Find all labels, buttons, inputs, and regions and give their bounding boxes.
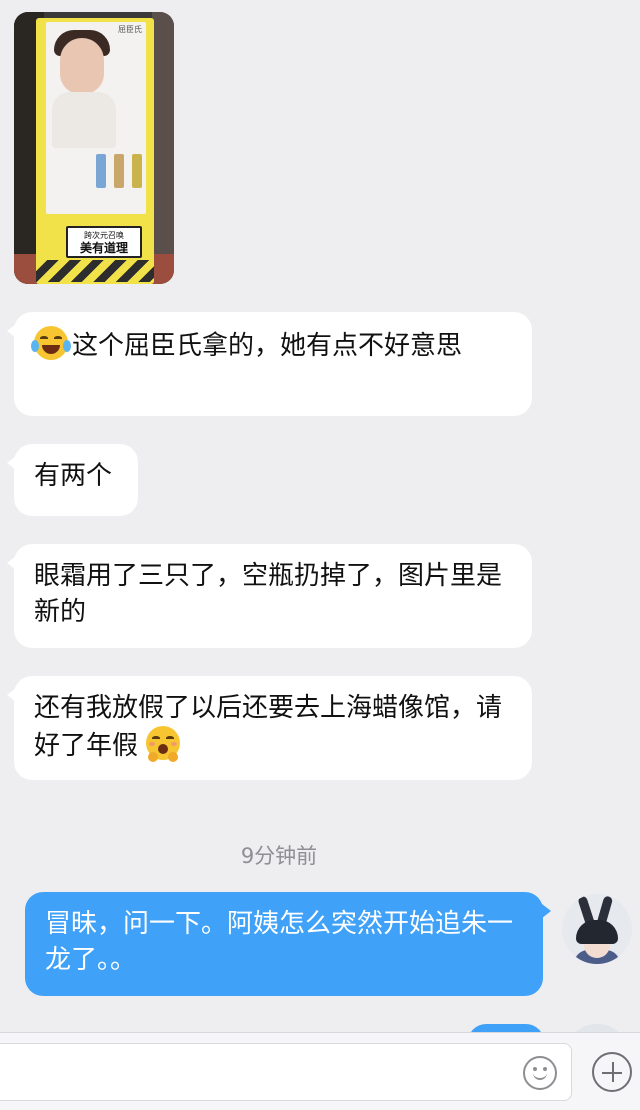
photo-sign-small: 跨次元召唤 — [84, 231, 124, 240]
photo-background — [152, 12, 174, 284]
incoming-message[interactable]: 这个屈臣氏拿的，她有点不好意思 — [7, 312, 532, 416]
face-with-tears-of-joy-icon — [31, 326, 71, 360]
photo-sign-big: 美有道理 — [79, 241, 128, 255]
avatar-partial[interactable] — [566, 1024, 628, 1032]
photo-hazard-stripe — [36, 260, 154, 282]
photo-product-tube — [96, 154, 106, 188]
photo-sign: 跨次元召唤 美有道理 — [66, 226, 142, 258]
hugging-face-icon — [146, 726, 181, 762]
message-text: 还有我放假了以后还要去上海蜡像馆，请好了年假 — [34, 693, 503, 761]
message-timestamp: 9分钟前 — [240, 844, 318, 868]
avatar-hair — [576, 920, 618, 944]
photo-message[interactable]: 屈臣氏 跨次元召唤 美有道理 — [14, 12, 174, 284]
add-attachment-icon[interactable] — [592, 1052, 632, 1092]
message-text: 眼霜用了三只了，空瓶扔掉了，图片里是新的 — [34, 561, 503, 627]
photo-person-face — [60, 38, 104, 94]
chat-transcript[interactable]: 屈臣氏 跨次元召唤 美有道理 这个屈臣氏拿的，她有点不好意思 有两个 眼霜用了三… — [0, 0, 640, 1032]
message-input[interactable] — [0, 1043, 572, 1101]
incoming-message[interactable]: 眼霜用了三只了，空瓶扔掉了，图片里是新的 — [7, 544, 532, 648]
photo-product-tube — [114, 154, 124, 188]
emoji-picker-icon[interactable] — [523, 1056, 557, 1090]
outgoing-message[interactable]: 冒昧，问一下。阿姨怎么突然开始追朱一龙了。。 — [25, 892, 551, 996]
message-text: 冒昧，问一下。阿姨怎么突然开始追朱一龙了。。 — [45, 909, 514, 975]
outgoing-message-partial[interactable] — [468, 1024, 544, 1032]
incoming-message[interactable]: 有两个 — [7, 444, 138, 516]
incoming-message[interactable]: 还有我放假了以后还要去上海蜡像馆，请好了年假 — [7, 676, 532, 780]
message-text: 有两个 — [34, 461, 113, 491]
photo-product-tube — [132, 154, 142, 188]
message-text: 这个屈臣氏拿的，她有点不好意思 — [72, 331, 463, 361]
photo-person-shirt — [52, 92, 116, 148]
photo-store-label: 屈臣氏 — [118, 25, 142, 34]
avatar[interactable] — [562, 894, 632, 964]
